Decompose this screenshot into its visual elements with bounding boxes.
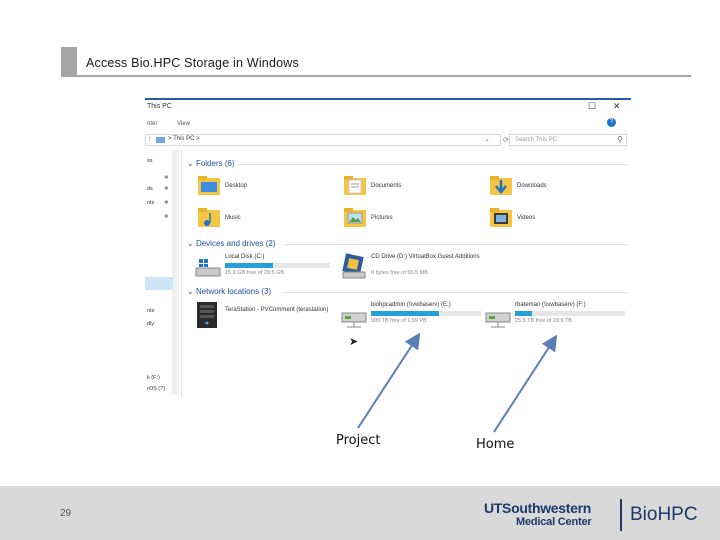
logo-utsw-line2: Medical Center [516, 516, 592, 528]
logo-utsw-line1: UTSouthwestern [484, 500, 592, 516]
home-arrow [493, 334, 558, 433]
logo-divider [620, 499, 622, 531]
project-arrow [357, 332, 421, 429]
annotation-arrows [357, 332, 558, 433]
home-annotation: Home [476, 437, 515, 452]
project-annotation: Project [336, 433, 381, 448]
logo-biohpc: BioHPC [630, 504, 698, 525]
page-number: 29 [60, 508, 72, 519]
slide-footer: 29 UTSouthwestern Medical Center BioHPC [0, 486, 720, 540]
